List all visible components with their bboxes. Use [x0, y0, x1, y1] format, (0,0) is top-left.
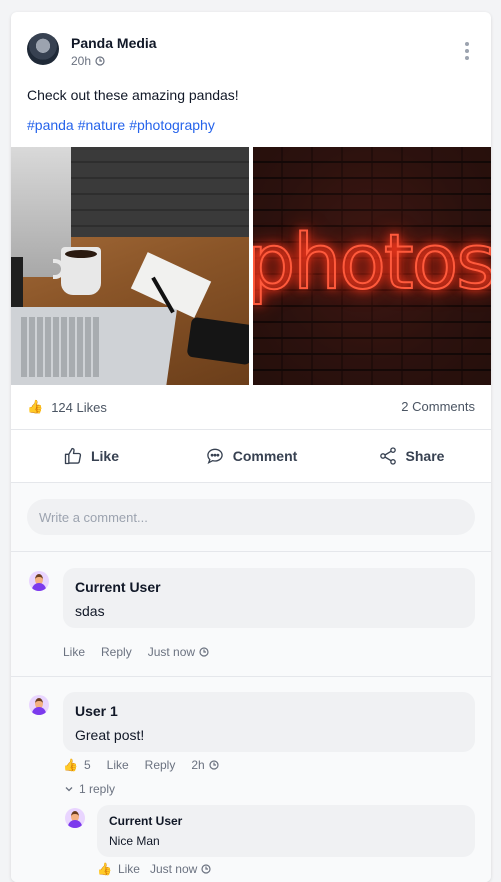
- like-button-label: Like: [90, 448, 119, 464]
- photo-keyboard: [21, 317, 101, 377]
- photo-neon-text: photos: [253, 216, 491, 307]
- comment-timestamp: Just now: [148, 645, 209, 659]
- reply-bubble: Current User Nice Man: [97, 805, 475, 857]
- comment-reaction[interactable]: 👍 5: [63, 758, 91, 772]
- chevron-down-icon: [65, 787, 73, 792]
- comment-section: Current User sdas Like Reply Just now Us…: [11, 483, 491, 882]
- post-text: Check out these amazing pandas!: [27, 87, 239, 103]
- reply-like-label: Like: [117, 862, 140, 876]
- more-dot-icon: [465, 42, 469, 46]
- more-dot-icon: [465, 49, 469, 53]
- hashtag-link[interactable]: #nature: [78, 117, 125, 133]
- comment-bubble-icon: [206, 448, 223, 465]
- reply-timestamp: Just now: [150, 862, 211, 876]
- author-avatar[interactable]: [27, 33, 59, 65]
- reply-text: Nice Man: [109, 834, 160, 848]
- photo-desk-laptop[interactable]: [11, 147, 249, 385]
- comment-author[interactable]: User 1: [75, 703, 118, 719]
- share-button-label: Share: [405, 448, 445, 464]
- comment-bubble: Current User sdas: [63, 568, 475, 628]
- clock-icon: [201, 864, 211, 874]
- post-header: Panda Media 20h: [27, 33, 477, 69]
- reply-time-text: Just now: [149, 862, 198, 876]
- comments-count[interactable]: 2 Comments: [401, 399, 475, 414]
- avatar[interactable]: [65, 808, 85, 828]
- photo-mug: [61, 247, 101, 295]
- photo-phone: [186, 316, 249, 366]
- more-dot-icon: [465, 56, 469, 60]
- reply-like-link[interactable]: 👍 Like: [97, 862, 140, 876]
- comment-reply-link[interactable]: Reply: [145, 758, 176, 772]
- author-name[interactable]: Panda Media: [71, 35, 157, 51]
- photo-wall: [71, 147, 249, 237]
- post-time-text: 20h: [71, 54, 92, 68]
- thumbs-up-icon: 👍: [27, 399, 44, 414]
- reply-meta: 👍 Like Just now: [97, 862, 211, 876]
- clock-icon: [209, 760, 219, 770]
- replies-toggle-label: 1 reply: [79, 782, 116, 796]
- thumbs-up-outline-icon: [64, 447, 82, 465]
- post-stats: 👍 124 Likes 2 Comments: [27, 397, 475, 417]
- comment-button-label: Comment: [232, 448, 298, 464]
- clock-icon: [199, 647, 209, 657]
- comment-time-text: Just now: [147, 645, 196, 659]
- hashtag-list: #panda #nature #photography: [27, 117, 215, 133]
- comment-timestamp: 2h: [191, 758, 219, 772]
- avatar[interactable]: [29, 695, 49, 715]
- comment-input[interactable]: [27, 499, 475, 535]
- hashtag-link[interactable]: #photography: [129, 117, 215, 133]
- comment-bubble: User 1 Great post!: [63, 692, 475, 752]
- more-options-button[interactable]: [457, 37, 477, 65]
- post-actions: Like Comment Share: [11, 430, 491, 482]
- post-card: Panda Media 20h Check out these amazing …: [11, 12, 491, 882]
- comment-time-text: 2h: [191, 758, 205, 772]
- clock-icon: [95, 56, 105, 66]
- post-timestamp: 20h: [71, 54, 105, 68]
- comment-meta: Like Reply Just now: [63, 645, 209, 659]
- share-button[interactable]: Share: [331, 430, 491, 482]
- comment-like-link[interactable]: Like: [107, 758, 129, 772]
- avatar[interactable]: [29, 571, 49, 591]
- comment-like-link[interactable]: Like: [63, 645, 85, 659]
- reply-author[interactable]: Current User: [109, 814, 182, 828]
- thumbs-up-icon: 👍: [63, 758, 78, 772]
- comment-text: sdas: [75, 603, 105, 619]
- likes-count[interactable]: 👍 124 Likes: [27, 399, 107, 415]
- divider: [11, 676, 491, 677]
- comment-reply-link[interactable]: Reply: [101, 645, 132, 659]
- comment-author[interactable]: Current User: [75, 579, 161, 595]
- divider: [11, 551, 491, 552]
- likes-text: 124 Likes: [51, 399, 107, 415]
- like-button[interactable]: Like: [11, 430, 171, 482]
- photo-grid: photos: [11, 147, 491, 385]
- reaction-count: 5: [83, 758, 91, 772]
- photo-neon-sign[interactable]: photos: [253, 147, 491, 385]
- thumbs-up-icon: 👍: [97, 862, 112, 876]
- hashtag-link[interactable]: #panda: [27, 117, 74, 133]
- share-icon: [379, 447, 396, 465]
- replies-toggle[interactable]: 1 reply: [65, 782, 115, 796]
- comment-button[interactable]: Comment: [171, 430, 331, 482]
- comment-meta: 👍 5 Like Reply 2h: [63, 758, 219, 772]
- comment-text: Great post!: [75, 727, 145, 743]
